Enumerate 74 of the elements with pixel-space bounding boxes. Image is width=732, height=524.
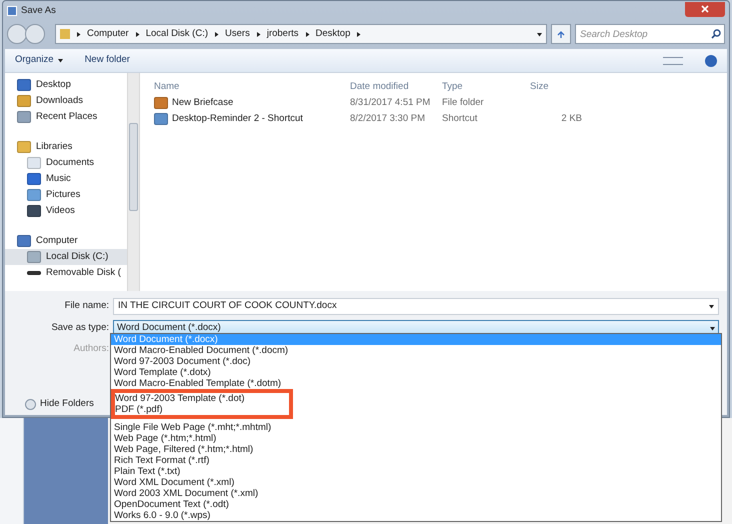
collapse-icon	[25, 398, 36, 410]
file-type-option[interactable]: Word Template (*.dotx)	[111, 367, 721, 378]
dropdown-icon	[537, 32, 542, 36]
file-name[interactable]: New Briefcase	[172, 96, 234, 110]
file-type-option[interactable]: Word 97-2003 Template (*.dot)	[115, 393, 289, 404]
back-button[interactable]	[7, 24, 27, 44]
chevron-icon	[304, 32, 310, 36]
search-field[interactable]: Search Desktop	[575, 24, 725, 44]
file-name-field[interactable]: IN THE CIRCUIT COURT OF COOK COUNTY.docx	[113, 298, 719, 314]
new-folder-button[interactable]: New folder	[84, 53, 130, 68]
nav-item[interactable]: Recent Places	[5, 109, 127, 125]
file-type-list[interactable]	[110, 333, 722, 522]
file-type-option[interactable]: Word 97-2003 Document (*.doc)	[111, 356, 721, 367]
column-header[interactable]: Size	[530, 80, 570, 94]
breadcrumb-item[interactable]: Users	[225, 26, 250, 42]
nav-item[interactable]: Desktop	[5, 77, 127, 93]
file-type-option[interactable]: OpenDocument Text (*.odt)	[111, 499, 721, 510]
hide-folders-button[interactable]: Hide Folders	[25, 397, 94, 412]
nav-item[interactable]: Computer	[5, 233, 127, 249]
breadcrumb-item[interactable]: Computer	[87, 26, 129, 42]
file-type-option[interactable]: Rich Text Format (*.rtf)	[111, 455, 721, 466]
nav-item[interactable]: Pictures	[5, 187, 127, 203]
refresh-button[interactable]	[551, 24, 571, 44]
file-type-option[interactable]: PDF (*.pdf)	[115, 404, 289, 415]
search-icon	[711, 29, 721, 39]
organize-button[interactable]: Organize	[15, 53, 63, 68]
file-type-option[interactable]: Works 6.0 - 9.0 (*.wps)	[111, 510, 721, 521]
file-type-option[interactable]: Plain Text (*.txt)	[111, 466, 721, 477]
chevron-icon	[356, 32, 362, 36]
column-header[interactable]: Date modified	[350, 80, 442, 94]
nav-item[interactable]: Downloads	[5, 93, 127, 109]
type-cell-text: File folder	[442, 96, 485, 110]
file-type-option[interactable]: Word Macro-Enabled Template (*.dotm)	[111, 378, 721, 389]
nav-item[interactable]: Documents	[5, 155, 127, 171]
file-type-option[interactable]: Web Page (*.htm;*.html)	[111, 433, 721, 444]
breadcrumb-item[interactable]: Desktop	[316, 26, 350, 42]
date-cell-text: 8/2/2017 3:30 PM	[350, 112, 426, 126]
date-cell-text: 8/31/2017 4:51 PM	[350, 96, 432, 110]
view-options-icon	[663, 56, 683, 64]
file-type-option[interactable]: Single File Web Page (*.mht;*.mhtml)	[111, 422, 721, 433]
breadcrumb-item[interactable]: jroberts	[266, 26, 299, 42]
file-type-option[interactable]: Web Page, Filtered (*.htm;*.html)	[111, 444, 721, 455]
file-type-option[interactable]: Word XML Document (*.xml)	[111, 477, 721, 488]
chevron-icon	[214, 32, 220, 36]
file-name[interactable]: Desktop-Reminder 2 - Shortcut	[172, 112, 303, 126]
scrollbar[interactable]	[127, 73, 140, 291]
folder-icon	[60, 29, 70, 39]
breadcrumb-item[interactable]: Local Disk (C:)	[146, 26, 208, 42]
dropdown-icon	[709, 304, 714, 308]
address-bar[interactable]: Computer Local Disk (C:) Users jroberts Desktop	[55, 24, 547, 44]
close-icon	[701, 5, 709, 13]
file-type-option[interactable]: Word 2003 XML Document (*.xml)	[111, 488, 721, 499]
chevron-icon	[134, 32, 140, 36]
type-cell-text: Shortcut	[442, 112, 478, 126]
field-label: Save as type:	[50, 320, 110, 335]
size-cell: 2 KB	[561, 112, 582, 124]
scrollbar-thumb[interactable]	[129, 123, 138, 211]
column-header[interactable]: Name	[154, 80, 350, 94]
nav-item[interactable]: Local Disk (C:)	[5, 249, 127, 265]
field-label: Authors:	[72, 342, 110, 356]
chevron-icon	[76, 32, 81, 36]
nav-item[interactable]: Libraries	[5, 139, 127, 155]
field-label: File name:	[64, 298, 110, 313]
nav-item[interactable]: Videos	[5, 203, 127, 219]
column-header[interactable]: Type	[442, 80, 530, 94]
dropdown-icon	[710, 326, 715, 330]
file-type-option[interactable]: Word Macro-Enabled Document (*.docm)	[111, 345, 721, 356]
nav-item[interactable]: Music	[5, 171, 127, 187]
caret-icon	[58, 58, 63, 63]
window-title: Save As	[21, 4, 56, 18]
chevron-icon	[256, 32, 261, 36]
forward-button[interactable]	[25, 24, 45, 44]
nav-item[interactable]: Removable Disk (	[5, 265, 127, 281]
close-button[interactable]	[685, 2, 725, 16]
